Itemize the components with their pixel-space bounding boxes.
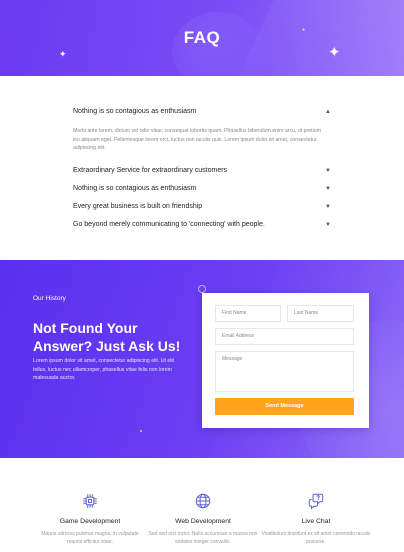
section-eyebrow: Our History — [33, 295, 66, 302]
chevron-down-icon: ▼ — [325, 221, 331, 228]
service-description: Vestibulum tincidunt ex sit amet commodo… — [261, 531, 371, 545]
faq-question[interactable]: Extraordinary Service for extraordinary … — [73, 162, 331, 180]
game-development-icon — [83, 494, 97, 508]
service-title: Game Development — [59, 518, 121, 525]
faq-question[interactable]: Go beyond merely communicating to 'conne… — [73, 216, 331, 234]
service-title: Web Development — [175, 518, 231, 525]
service-card: Web Development Sed sed orci tortor. Nul… — [148, 492, 258, 546]
service-card: Game Development Mauris ultricies pulvin… — [35, 492, 145, 546]
faq-question-text: Go beyond merely communicating to 'conne… — [73, 220, 265, 228]
service-description: Mauris ultricies pulvinar magna, in vulp… — [41, 531, 139, 545]
services-section: Game Development Mauris ultricies pulvin… — [0, 458, 404, 552]
dot-icon — [140, 430, 142, 432]
service-title: Live Chat — [301, 518, 331, 525]
send-message-button[interactable]: Send Message — [215, 398, 354, 415]
contact-form: First Name Last Name Email Address Messa… — [202, 293, 369, 428]
service-card: Live Chat Vestibulum tincidunt ex sit am… — [261, 492, 371, 546]
faq-question-text: Nothing is so contagious as enthusiasm — [73, 108, 197, 115]
chevron-down-icon: ▼ — [325, 203, 331, 210]
sparkle-icon: ✦ — [59, 49, 67, 59]
message-field[interactable]: Message — [215, 351, 354, 392]
faq-accordion: Nothing is so contagious as enthusiasm ▲… — [73, 103, 331, 234]
service-description: Sed sed orci tortor. Nulla accumsan a ma… — [148, 531, 258, 545]
faq-question-text: Extraordinary Service for extraordinary … — [73, 166, 228, 174]
globe-icon — [195, 493, 211, 509]
chat-bubbles-icon — [308, 493, 324, 510]
chevron-down-icon: ▼ — [325, 185, 331, 192]
hero-banner: ✦ ✦ ● FAQ — [0, 0, 404, 76]
chevron-up-icon: ▲ — [325, 109, 331, 115]
faq-question-text: Every great business is built on friends… — [73, 202, 203, 210]
faq-question[interactable]: Nothing is so contagious as enthusiasm ▼ — [73, 180, 331, 198]
circle-outline-icon — [198, 285, 206, 293]
faq-answer: Morbi ante lorem, dictum vel odio vitae,… — [73, 128, 321, 151]
faq-question[interactable]: Every great business is built on friends… — [73, 198, 331, 216]
faq-question-open[interactable]: Nothing is so contagious as enthusiasm ▲ — [73, 103, 331, 121]
section-heading: Not Found Your Answer? Just Ask Us! — [33, 320, 181, 354]
page-title: FAQ — [183, 28, 221, 47]
chevron-down-icon: ▼ — [325, 167, 331, 174]
first-name-field[interactable]: First Name — [215, 305, 281, 322]
email-field[interactable]: Email Address — [215, 328, 354, 345]
faq-question-text: Nothing is so contagious as enthusiasm — [73, 184, 197, 192]
section-description: Lorem ipsum dolor sit amet, consectetur … — [33, 358, 174, 381]
last-name-field[interactable]: Last Name — [287, 305, 354, 322]
